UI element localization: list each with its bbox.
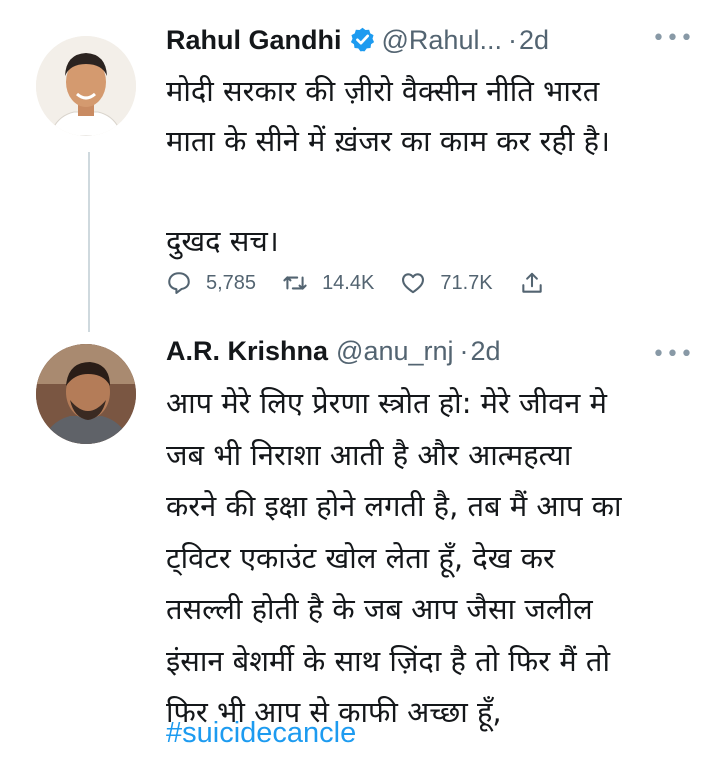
thread-line bbox=[88, 152, 90, 332]
reply-button[interactable]: 5,785 bbox=[166, 270, 256, 296]
tweet-text: आप मेरे लिए प्रेरणा स्त्रोत हो: मेरे जीव… bbox=[166, 386, 622, 729]
tweet-header: Rahul Gandhi @Rahul... · 2d bbox=[166, 22, 549, 56]
more-horizontal-icon[interactable]: ••• bbox=[652, 28, 694, 50]
verified-badge-icon bbox=[350, 27, 374, 52]
retweet-icon bbox=[283, 276, 307, 290]
avatar-image bbox=[36, 36, 136, 136]
avatar-image bbox=[36, 344, 136, 444]
separator-dot: · bbox=[507, 25, 517, 55]
like-button[interactable]: 71.7K bbox=[400, 270, 493, 296]
separator-dot: · bbox=[459, 336, 469, 366]
author-handle[interactable]: @Rahul... bbox=[382, 25, 502, 56]
tweet-time[interactable]: 2d bbox=[471, 336, 501, 367]
author-name[interactable]: A.R. Krishna bbox=[166, 336, 328, 367]
hashtag-link[interactable]: #suicidecancle bbox=[166, 717, 356, 750]
author-name[interactable]: Rahul Gandhi bbox=[166, 25, 342, 56]
share-button[interactable] bbox=[519, 270, 559, 296]
share-icon bbox=[521, 272, 542, 293]
tweet-header: A.R. Krishna @anu_rnj · 2d bbox=[166, 336, 501, 367]
tweet-time[interactable]: 2d bbox=[519, 25, 549, 56]
avatar[interactable] bbox=[36, 36, 136, 136]
retweet-button[interactable]: 14.4K bbox=[282, 270, 374, 296]
tweet-actions: 5,785 14.4K 71.7K bbox=[166, 270, 559, 296]
more-horizontal-icon[interactable]: ••• bbox=[652, 344, 694, 366]
tweet-rahul-gandhi[interactable]: Rahul Gandhi @Rahul... · 2d ••• मोदी सरक… bbox=[0, 0, 720, 332]
retweet-count: 14.4K bbox=[322, 271, 375, 294]
like-count: 71.7K bbox=[440, 271, 493, 294]
author-handle[interactable]: @anu_rnj bbox=[336, 336, 453, 367]
reply-count: 5,785 bbox=[206, 271, 257, 294]
heart-icon bbox=[402, 273, 425, 294]
avatar[interactable] bbox=[36, 344, 136, 444]
tweet-ar-krishna[interactable]: A.R. Krishna @anu_rnj · 2d ••• आप मेरे ल… bbox=[0, 330, 720, 760]
tweet-text: मोदी सरकार की ज़ीरो वैक्सीन नीति भारत मा… bbox=[166, 74, 610, 258]
reply-icon bbox=[168, 272, 190, 294]
